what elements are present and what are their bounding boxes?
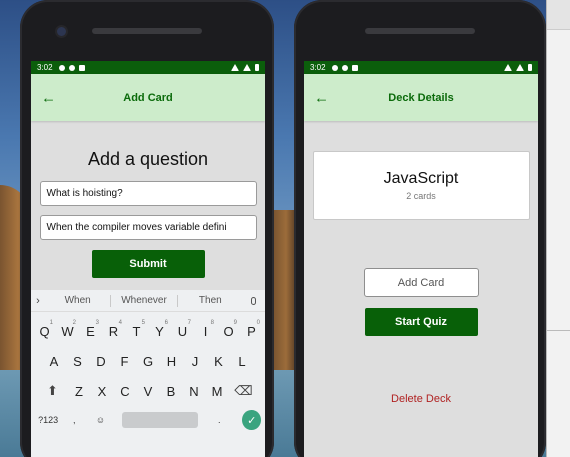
- key-f[interactable]: F: [113, 350, 137, 372]
- app-bar-title: Deck Details: [388, 91, 454, 104]
- signal-icon: [243, 64, 251, 71]
- app-bar-title: Add Card: [123, 91, 173, 104]
- space-key[interactable]: [121, 412, 199, 428]
- earpiece-speaker: [365, 28, 475, 34]
- signal-icon: [516, 64, 524, 71]
- app-bar: ← Deck Details: [304, 74, 538, 121]
- page-heading: Add a question: [87, 149, 209, 169]
- phone-emulator-deck-details: 3:02 ← Deck Details JavaScript 2 cards A…: [294, 0, 546, 457]
- key-x[interactable]: X: [91, 380, 114, 402]
- delete-deck-button[interactable]: Delete Deck: [391, 393, 451, 405]
- key-b[interactable]: B: [160, 380, 183, 402]
- key-g[interactable]: G: [136, 350, 160, 372]
- notification-icon: [341, 64, 348, 71]
- check-icon[interactable]: ✓: [242, 410, 262, 430]
- key-z[interactable]: Z: [68, 380, 91, 402]
- battery-icon: [255, 64, 259, 71]
- symbols-key[interactable]: ?123: [35, 415, 61, 425]
- back-arrow-icon[interactable]: ←: [314, 90, 329, 105]
- battery-icon: [528, 64, 532, 71]
- key-p[interactable]: P0: [240, 320, 263, 342]
- phone-screen: 3:02 ← Add Card Add a question What is h…: [31, 61, 265, 457]
- key-o[interactable]: O9: [217, 320, 240, 342]
- key-m[interactable]: M: [206, 380, 229, 402]
- sd-card-icon: [78, 64, 85, 71]
- question-input[interactable]: What is hoisting?: [39, 181, 257, 206]
- start-quiz-button[interactable]: Start Quiz: [364, 308, 478, 336]
- wifi-icon: [231, 64, 239, 71]
- status-time: 3:02: [37, 63, 53, 72]
- key-q[interactable]: Q1: [33, 320, 56, 342]
- add-card-button[interactable]: Add Card: [363, 268, 479, 297]
- phone-emulator-add-card: 3:02 ← Add Card Add a question What is h…: [20, 0, 274, 457]
- shift-icon[interactable]: ⬆: [38, 380, 68, 402]
- sd-card-icon: [351, 64, 358, 71]
- key-d[interactable]: D: [89, 350, 113, 372]
- status-time: 3:02: [310, 63, 326, 72]
- settings-icon: [331, 64, 338, 71]
- mic-icon[interactable]: [243, 296, 265, 305]
- key-u[interactable]: U7: [171, 320, 194, 342]
- key-row-1: Q1 W2 E3 R4 T5 Y6 U7 I8 O9 P0: [31, 320, 265, 342]
- deck-card: JavaScript 2 cards: [312, 151, 530, 220]
- key-h[interactable]: H: [160, 350, 184, 372]
- soft-keyboard: › When Whenever Then Q1 W2 E3 R4 T5 Y6 U…: [31, 290, 265, 457]
- key-row-2: A S D F G H J K L: [31, 350, 265, 372]
- deck-name: JavaScript: [383, 170, 459, 187]
- key-r[interactable]: R4: [102, 320, 125, 342]
- key-v[interactable]: V: [137, 380, 160, 402]
- window-titlebar: [547, 0, 570, 30]
- back-arrow-icon[interactable]: ←: [41, 90, 56, 105]
- key-row-3: ⬆ Z X C V B N M ⌫: [31, 380, 265, 402]
- suggestion-3[interactable]: Then: [178, 295, 243, 306]
- backspace-icon[interactable]: ⌫: [229, 380, 259, 402]
- suggestion-1[interactable]: When: [45, 295, 110, 306]
- key-j[interactable]: J: [183, 350, 207, 372]
- suggestion-2[interactable]: Whenever: [111, 295, 176, 306]
- key-e[interactable]: E3: [79, 320, 102, 342]
- key-n[interactable]: N: [183, 380, 206, 402]
- key-row-bottom: ?123 , ☺ . ✓: [31, 410, 265, 430]
- emoji-icon[interactable]: ☺: [87, 415, 113, 425]
- key-y[interactable]: Y6: [148, 320, 171, 342]
- submit-button[interactable]: Submit: [91, 250, 205, 278]
- comma-key[interactable]: ,: [61, 415, 87, 425]
- key-l[interactable]: L: [230, 350, 254, 372]
- answer-input[interactable]: When the compiler moves variable defini: [39, 215, 257, 240]
- app-bar: ← Add Card: [31, 74, 265, 121]
- notification-icon: [68, 64, 75, 71]
- deck-card-count: 2 cards: [406, 191, 436, 201]
- background-window[interactable]: [546, 0, 570, 457]
- key-s[interactable]: S: [66, 350, 90, 372]
- suggestion-strip: › When Whenever Then: [31, 290, 265, 312]
- wifi-icon: [504, 64, 512, 71]
- earpiece-speaker: [92, 28, 202, 34]
- key-w[interactable]: W2: [56, 320, 79, 342]
- key-i[interactable]: I8: [194, 320, 217, 342]
- chevron-right-icon[interactable]: ›: [31, 295, 45, 307]
- front-camera: [57, 27, 66, 36]
- settings-icon: [58, 64, 65, 71]
- window-divider: [547, 330, 570, 331]
- status-bar: 3:02: [31, 61, 265, 74]
- key-t[interactable]: T5: [125, 320, 148, 342]
- key-c[interactable]: C: [114, 380, 137, 402]
- key-k[interactable]: K: [207, 350, 231, 372]
- phone-screen: 3:02 ← Deck Details JavaScript 2 cards A…: [304, 61, 538, 457]
- status-bar: 3:02: [304, 61, 538, 74]
- period-key[interactable]: .: [206, 415, 232, 425]
- key-a[interactable]: A: [42, 350, 66, 372]
